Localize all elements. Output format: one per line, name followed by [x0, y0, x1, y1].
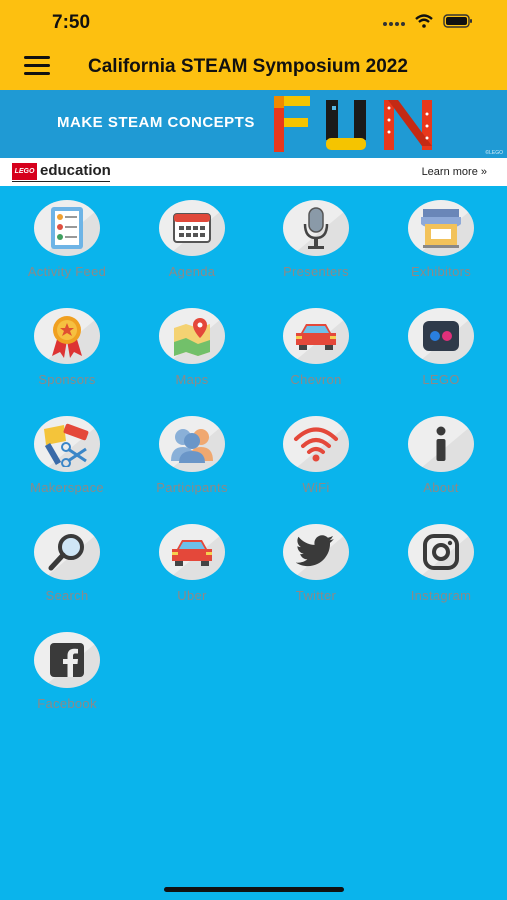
tile-label: Exhibitors — [410, 264, 472, 279]
banner-text: MAKE STEAM CONCEPTS — [57, 114, 255, 131]
status-icons — [383, 14, 473, 28]
tile-exhibitors[interactable]: Exhibitors — [386, 200, 496, 296]
car-icon — [283, 308, 349, 364]
brand-underline — [12, 181, 110, 182]
battery-icon — [443, 14, 472, 28]
tile-wifi[interactable]: WiFi — [261, 416, 371, 512]
tile-label: Agenda — [168, 264, 216, 279]
search-icon — [34, 524, 100, 580]
page-title: California STEAM Symposium 2022 — [88, 56, 408, 77]
tile-twitter[interactable]: Twitter — [261, 524, 371, 620]
people-icon — [159, 416, 225, 472]
fun-brick-art — [274, 96, 432, 152]
tile-label: Presenters — [283, 264, 349, 279]
tile-label: Maps — [175, 372, 209, 387]
tile-maps[interactable]: Maps — [137, 308, 247, 404]
tile-label: Makerspace — [30, 480, 104, 495]
tile-facebook[interactable]: Facebook — [12, 632, 122, 728]
tile-uber[interactable]: Uber — [137, 524, 247, 620]
tile-activity-feed[interactable]: Activity Feed — [12, 200, 122, 296]
learn-more-link[interactable]: Learn more » — [422, 166, 487, 178]
status-bar: 7:50 — [0, 0, 507, 44]
storefront-icon — [408, 200, 474, 256]
tile-label: Chevron — [290, 372, 342, 387]
tile-label: WiFi — [302, 480, 330, 495]
activity-feed-icon — [34, 200, 100, 256]
tile-chevron[interactable]: Chevron — [261, 308, 371, 404]
facebook-icon — [34, 632, 100, 688]
tile-label: LEGO — [422, 372, 460, 387]
tile-label: Activity Feed — [27, 264, 107, 279]
tile-instagram[interactable]: Instagram — [386, 524, 496, 620]
tools-icon — [34, 416, 100, 472]
banner-copyright: ©LEGO — [485, 150, 503, 156]
car-icon — [159, 524, 225, 580]
tile-lego[interactable]: LEGO — [386, 308, 496, 404]
tile-search[interactable]: Search — [12, 524, 122, 620]
tile-label: Sponsors — [38, 372, 96, 387]
tile-label: About — [423, 480, 459, 495]
ad-banner[interactable]: MAKE STEAM CONCEPTS ©LEGO — [0, 90, 507, 158]
tile-label: Twitter — [295, 588, 337, 603]
nav-bar: California STEAM Symposium 2022 — [0, 44, 507, 90]
tile-makerspace[interactable]: Makerspace — [12, 416, 122, 512]
wifi-icon — [283, 416, 349, 472]
tile-agenda[interactable]: Agenda — [137, 200, 247, 296]
flickr-icon — [408, 308, 474, 364]
twitter-icon — [283, 524, 349, 580]
map-icon — [159, 308, 225, 364]
tile-participants[interactable]: Participants — [137, 416, 247, 512]
lego-education-bar[interactable]: LEGO education Learn more » — [0, 158, 507, 186]
instagram-icon — [408, 524, 474, 580]
hamburger-icon[interactable] — [24, 56, 50, 78]
tile-label: Instagram — [410, 588, 472, 603]
ribbon-icon — [34, 308, 100, 364]
lego-logo: LEGO — [12, 163, 37, 180]
signal-icon — [383, 22, 405, 26]
calendar-icon — [159, 200, 225, 256]
tile-sponsors[interactable]: Sponsors — [12, 308, 122, 404]
info-icon — [408, 416, 474, 472]
microphone-icon — [283, 200, 349, 256]
tile-presenters[interactable]: Presenters — [261, 200, 371, 296]
tile-label: Uber — [177, 588, 207, 603]
wifi-status-icon — [415, 14, 433, 28]
tile-label: Search — [45, 588, 89, 603]
home-indicator[interactable] — [164, 887, 344, 892]
status-time: 7:50 — [52, 12, 91, 33]
education-label: education — [40, 162, 111, 179]
tile-label: Facebook — [37, 696, 97, 711]
tile-about[interactable]: About — [386, 416, 496, 512]
tile-label: Participants — [156, 480, 228, 495]
